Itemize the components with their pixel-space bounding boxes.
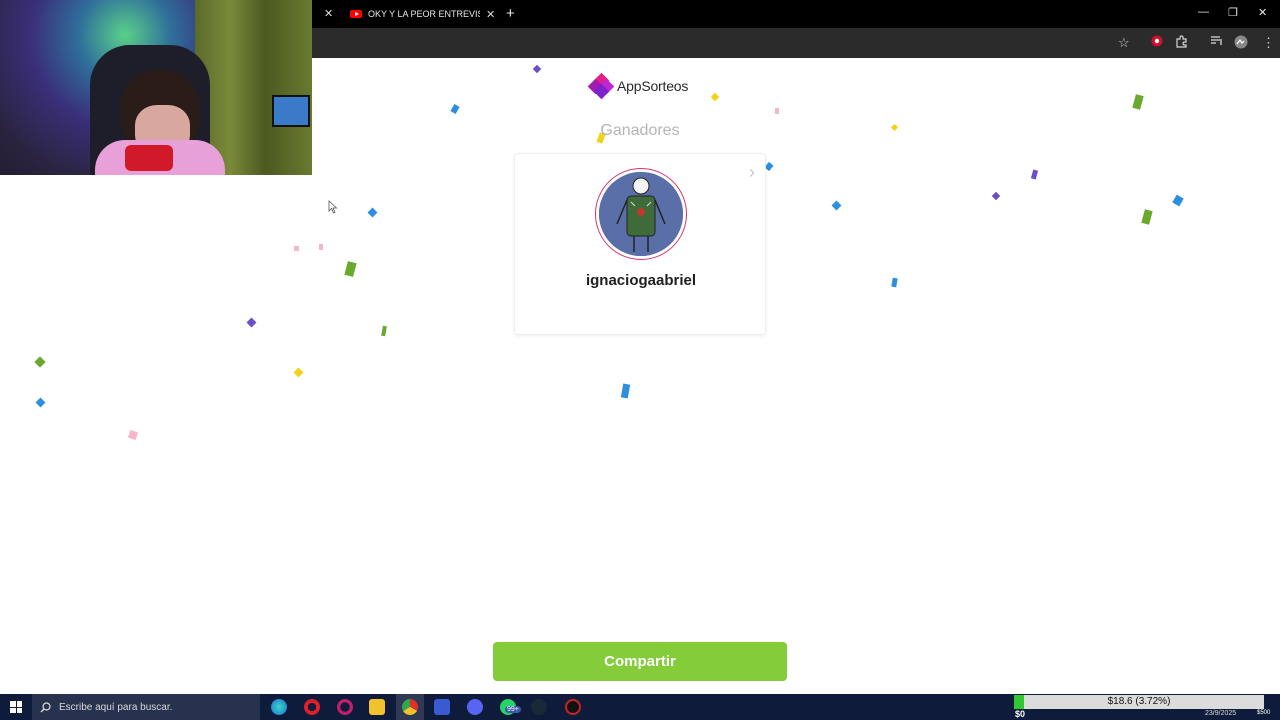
donation-goal-bar: $18.6 (3.72%) [1014,695,1264,709]
confetti-piece [367,207,378,218]
winner-username: ignaciogaabriel [585,272,697,289]
confetti-piece [891,277,898,288]
confetti-piece [293,367,304,378]
appsorteos-logo-icon [587,72,615,100]
restore-button[interactable]: ❐ [1228,6,1238,19]
chrome-icon[interactable] [402,699,418,715]
confetti-piece [1141,209,1153,225]
obs-icon[interactable] [565,699,581,715]
winners-title: Ganadores [600,122,680,139]
donation-goal-end: $500 [1257,710,1271,716]
logo-text-suffix: Sorteos [641,78,689,94]
tab-title: OKY Y LA PEOR ENTREVISTA DE [368,9,480,19]
search-icon [40,701,51,712]
steam-icon[interactable] [531,699,547,715]
confetti-piece [381,325,387,337]
chevron-right-icon[interactable]: › [749,162,755,183]
confetti-piece [127,429,139,441]
taskbar-date: 23/9/2025 [1205,710,1237,717]
extension-red-icon[interactable] [1151,35,1163,51]
confetti-piece [294,246,299,251]
confetti-piece [991,191,1001,201]
confetti-piece [344,261,357,277]
windows-taskbar: Escribe aquí para buscar. 99+ $18.6 (3.7… [0,694,1280,720]
confetti-piece [710,92,720,102]
tab-youtube[interactable]: OKY Y LA PEOR ENTREVISTA DE ✕ [340,0,500,28]
whatsapp-badge: 99+ [505,706,521,713]
media-controls-icon[interactable] [1210,35,1224,51]
discord-icon[interactable] [467,699,483,715]
confetti-piece [450,104,460,114]
confetti-piece [1132,94,1144,110]
new-tab-button[interactable]: + [506,5,515,22]
confetti-piece [831,200,842,211]
share-button[interactable]: Compartir [493,642,787,681]
edge-icon[interactable] [271,699,287,715]
taskbar-search-placeholder: Escribe aquí para buscar. [59,701,173,713]
confetti-piece [1172,194,1184,207]
webcam-overlay [0,0,312,175]
confetti-piece [34,356,46,368]
winner-card: › ignaciogaabriel [514,153,766,335]
appsorteos-logo: AppSorteos [587,72,689,100]
donation-goal-start: $0 [1015,709,1026,719]
confetti-piece [775,108,779,114]
stick-figure-avatar-icon [599,172,683,256]
minimize-button[interactable]: — [1198,6,1209,18]
browser-menu-icon[interactable]: ⋮ [1262,35,1275,51]
mouse-cursor-icon [328,200,338,214]
windows-start-icon[interactable] [10,701,22,713]
confetti-piece [532,64,542,74]
prev-tab-close-icon[interactable]: ✕ [324,7,333,20]
confetti-piece [246,317,257,328]
close-window-button[interactable]: ✕ [1258,6,1267,19]
profile-avatar-icon[interactable] [1234,35,1248,53]
winner-avatar [595,168,687,260]
file-explorer-icon[interactable] [369,699,385,715]
store-icon[interactable] [434,699,450,715]
confetti-piece [35,397,46,408]
confetti-piece [620,383,631,399]
taskbar-search[interactable]: Escribe aquí para buscar. [32,694,260,720]
opera-gx-icon[interactable] [337,699,353,715]
logo-text-prefix: App [617,78,642,94]
confetti-piece [1030,169,1039,180]
confetti-piece [890,123,899,132]
donation-goal-label: $18.6 (3.72%) [1107,696,1171,707]
confetti-piece [319,244,323,250]
bookmark-star-icon[interactable]: ☆ [1118,35,1130,51]
tab-close-icon[interactable]: ✕ [486,8,495,21]
youtube-icon [350,10,362,18]
extensions-puzzle-icon[interactable] [1175,35,1188,52]
opera-icon[interactable] [304,699,320,715]
